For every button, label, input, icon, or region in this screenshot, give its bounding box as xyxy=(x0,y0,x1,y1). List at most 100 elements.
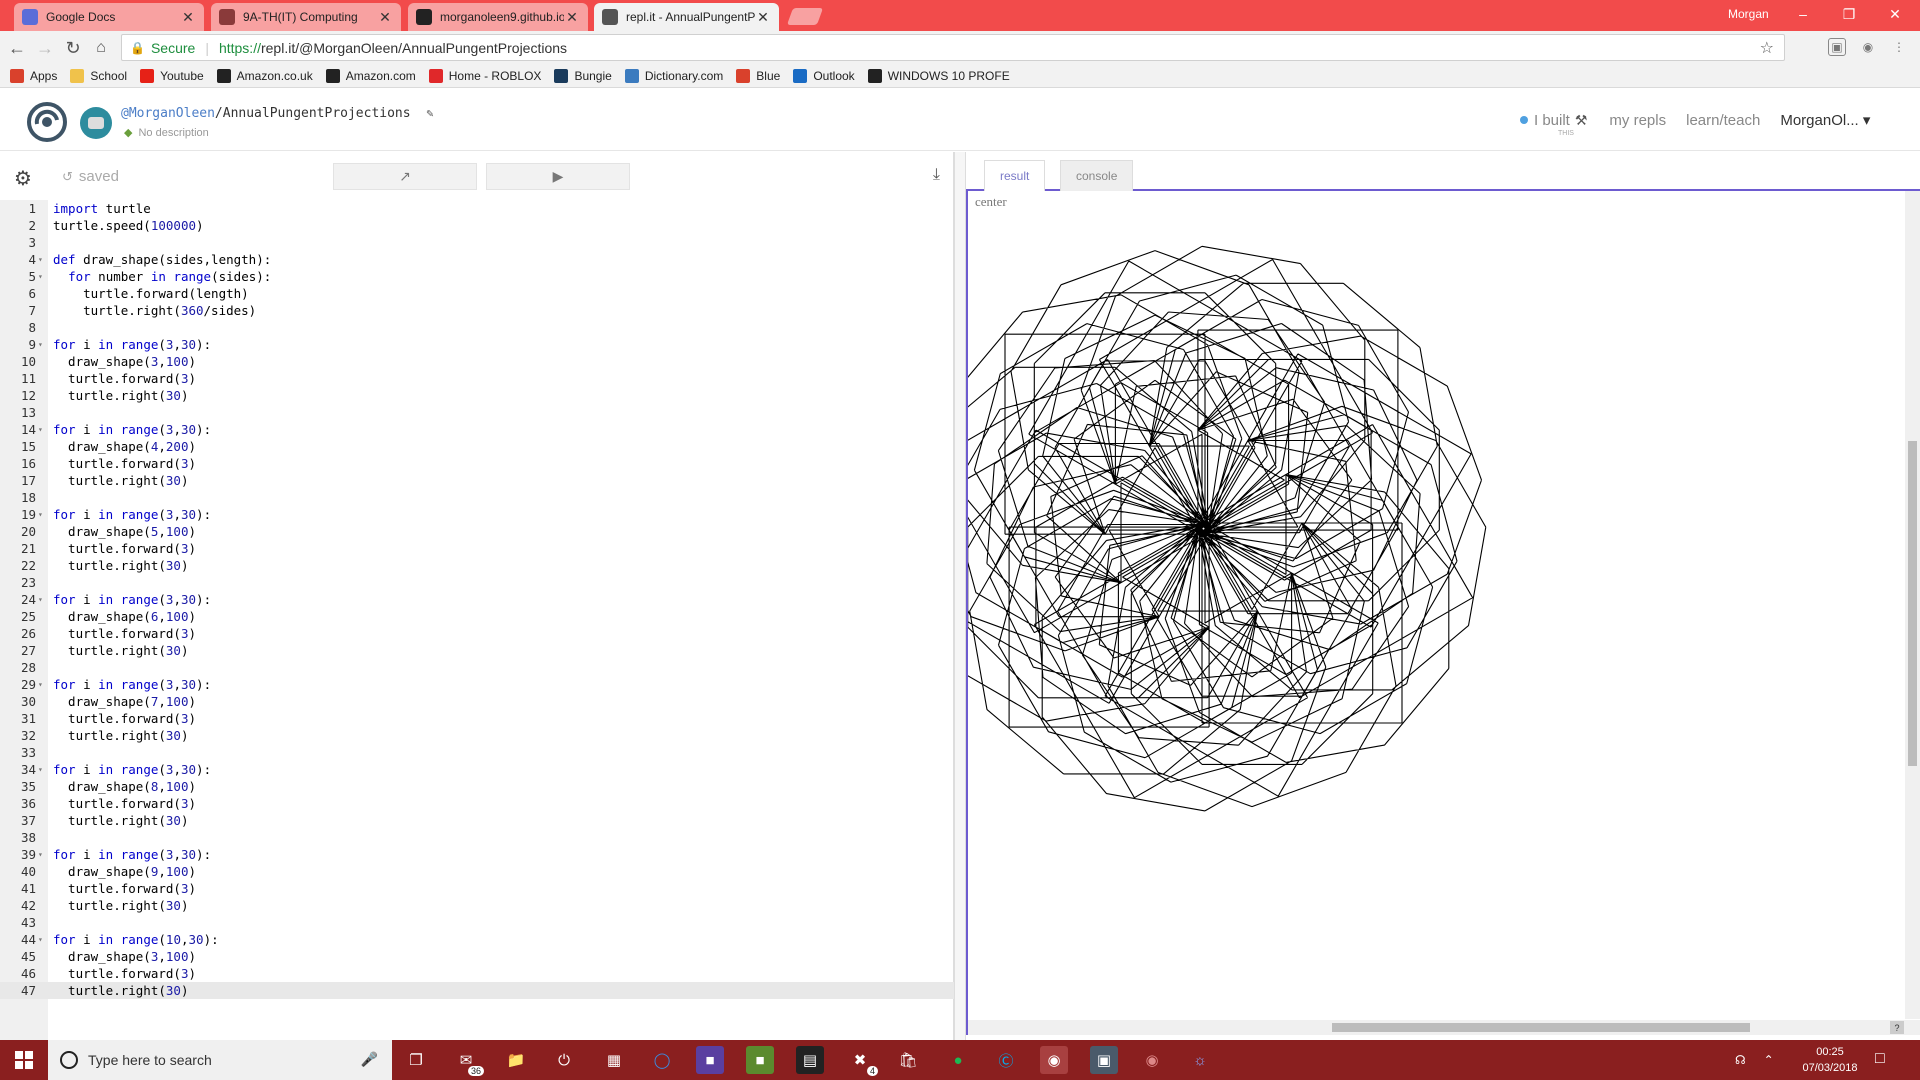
bookmark-item[interactable]: Outlook xyxy=(793,68,855,83)
bookmark-item[interactable]: WINDOWS 10 PROFE xyxy=(867,68,1010,83)
learn-teach-link[interactable]: learn/teach xyxy=(1686,112,1760,129)
terminal-icon[interactable]: ▤ xyxy=(796,1046,824,1074)
new-tab-button[interactable] xyxy=(786,8,824,25)
chrome-icon[interactable]: ◉ xyxy=(1040,1046,1068,1074)
my-repls-link[interactable]: my repls xyxy=(1609,112,1666,129)
reload-icon[interactable]: ↻ xyxy=(61,36,85,60)
code-text: turtle.forward(3) xyxy=(53,966,196,981)
store-icon[interactable]: 🛍 xyxy=(894,1046,922,1074)
mail-icon[interactable]: ✉ 36 xyxy=(452,1046,484,1076)
fold-arrow-icon[interactable]: ▾ xyxy=(38,251,46,268)
turtle-canvas[interactable]: center ? xyxy=(966,191,1920,1035)
extension-icon[interactable]: ▣ xyxy=(1828,38,1846,56)
fold-arrow-icon[interactable]: ▾ xyxy=(38,931,46,948)
code-editor[interactable]: 1 import turtle 2 turtle.speed(100000) 3 4 ▾ de… xyxy=(0,200,954,1040)
chrome-menu-icon[interactable]: ⋮ xyxy=(1890,38,1908,56)
bookmark-item[interactable]: School xyxy=(70,68,127,83)
task-view-icon[interactable]: ❐ xyxy=(402,1046,430,1074)
horizontal-scroll-thumb[interactable] xyxy=(1332,1023,1750,1032)
ibuilt-link[interactable]: I built ⚒ THIS xyxy=(1520,112,1587,137)
power-icon[interactable]: ⏻ xyxy=(550,1046,578,1074)
calculator-icon[interactable]: ▦ xyxy=(600,1046,628,1074)
bookmark-item[interactable]: Home - ROBLOX xyxy=(428,68,541,83)
bookmark-item[interactable]: Amazon.co.uk xyxy=(216,68,313,83)
restore-icon[interactable]: ❐ xyxy=(1826,0,1872,28)
steam-icon[interactable]: ☼ xyxy=(1186,1046,1214,1074)
browser-tab[interactable]: Google Docs ✕ xyxy=(14,3,204,31)
tab-console[interactable]: console xyxy=(1060,160,1134,191)
close-tab-icon[interactable]: ✕ xyxy=(180,9,196,26)
browser-tab-label: 9A-TH(IT) Computing xyxy=(243,10,358,24)
fold-arrow-icon[interactable]: ▾ xyxy=(38,676,46,693)
tray-expand-icon[interactable]: ⌃ xyxy=(1764,1053,1774,1067)
minecraft-icon[interactable]: ■ xyxy=(746,1046,774,1074)
repl-owner[interactable]: @MorganOleen xyxy=(121,106,215,121)
file-explorer-icon[interactable]: 📁 xyxy=(502,1046,530,1074)
skype-icon[interactable]: Ⓒ xyxy=(992,1046,1020,1074)
run-button[interactable]: ▶ xyxy=(486,163,630,190)
extension-icon-2[interactable]: ◉ xyxy=(1859,38,1877,56)
clock[interactable]: 00:25 07/03/2018 xyxy=(1800,1044,1860,1076)
browser-tab[interactable]: repl.it - AnnualPungentP ✕ xyxy=(594,3,779,31)
code-line: 23 xyxy=(0,574,954,591)
bookmark-item[interactable]: Bungie xyxy=(554,68,612,83)
close-window-icon[interactable]: ✕ xyxy=(1872,0,1918,28)
app-icon-window[interactable]: ▣ xyxy=(1090,1046,1118,1074)
discord-icon[interactable]: ◉ xyxy=(1138,1046,1166,1074)
gear-icon[interactable]: ⚙ xyxy=(14,166,32,191)
home-icon[interactable]: ⌂ xyxy=(89,36,113,60)
address-bar[interactable]: 🔒 Secure | https:// repl.it/@MorganOleen… xyxy=(121,34,1785,61)
code-text: draw_shape(8,100) xyxy=(53,779,197,794)
fold-arrow-icon[interactable]: ▾ xyxy=(38,421,46,438)
code-text: for i in range(3,30): xyxy=(53,507,212,522)
microphone-icon[interactable]: 🎤 xyxy=(361,1051,378,1068)
repl-description[interactable]: ◆ No description xyxy=(124,126,209,140)
back-icon[interactable]: ← xyxy=(5,36,29,60)
tab-result[interactable]: result xyxy=(984,160,1046,191)
bookmark-item[interactable]: Amazon.com xyxy=(325,68,416,83)
bookmark-item[interactable]: Apps xyxy=(10,68,57,83)
line-number: 3 xyxy=(28,235,36,250)
fold-arrow-icon[interactable]: ▾ xyxy=(38,761,46,778)
help-icon[interactable]: ? xyxy=(1890,1021,1904,1034)
pane-splitter[interactable] xyxy=(954,152,966,1040)
taskbar-search[interactable]: Type here to search 🎤 xyxy=(48,1040,392,1080)
close-tab-icon[interactable]: ✕ xyxy=(377,9,393,26)
fold-arrow-icon[interactable]: ▾ xyxy=(38,591,46,608)
code-line: 45 draw_shape(3,100) xyxy=(0,948,954,965)
bookmark-star-icon[interactable]: ☆ xyxy=(1760,38,1774,58)
apps-grid-icon xyxy=(10,68,24,83)
action-center-icon[interactable]: □ xyxy=(1875,1050,1885,1068)
fold-arrow-icon[interactable]: ▾ xyxy=(38,336,46,353)
people-icon[interactable]: ☊ xyxy=(1735,1053,1746,1067)
bookmark-item[interactable]: Dictionary.com xyxy=(624,68,723,83)
paint-icon[interactable]: ■ xyxy=(696,1046,724,1074)
start-button[interactable] xyxy=(0,1040,48,1080)
bookmark-item[interactable]: Blue xyxy=(736,68,780,83)
spotify-icon[interactable]: ● xyxy=(944,1046,972,1074)
user-menu[interactable]: MorganOl... ▾ xyxy=(1780,111,1870,129)
profile-name[interactable]: Morgan xyxy=(1728,7,1769,21)
fold-arrow-icon[interactable]: ▾ xyxy=(38,268,46,285)
xbox-icon[interactable]: ✖ 4 xyxy=(846,1046,878,1076)
download-icon[interactable]: ⤓ xyxy=(933,166,940,184)
close-tab-icon[interactable]: ✕ xyxy=(564,9,580,26)
horizontal-scrollbar[interactable] xyxy=(968,1020,1920,1035)
bookmark-item[interactable]: Youtube xyxy=(140,68,204,83)
bungie-icon xyxy=(554,68,569,83)
avatar[interactable] xyxy=(80,107,112,139)
browser-tab[interactable]: morganoleen9.github.io/✕ xyxy=(408,3,588,31)
bookmark-label: Amazon.com xyxy=(345,68,416,83)
replit-logo-icon[interactable] xyxy=(27,102,67,142)
fold-arrow-icon[interactable]: ▾ xyxy=(38,846,46,863)
minimize-icon[interactable]: – xyxy=(1780,0,1826,28)
share-button[interactable]: ↗ xyxy=(333,163,477,190)
vertical-scrollbar[interactable] xyxy=(1905,191,1920,1019)
pencil-icon[interactable]: ✎ xyxy=(426,106,433,120)
app-icon-blue[interactable]: ◯ xyxy=(648,1046,676,1074)
forward-icon[interactable]: → xyxy=(33,36,57,60)
fold-arrow-icon[interactable]: ▾ xyxy=(38,506,46,523)
vertical-scroll-thumb[interactable] xyxy=(1908,441,1917,766)
browser-tab[interactable]: 9A-TH(IT) Computing ✕ xyxy=(211,3,401,31)
close-tab-icon[interactable]: ✕ xyxy=(755,9,771,26)
